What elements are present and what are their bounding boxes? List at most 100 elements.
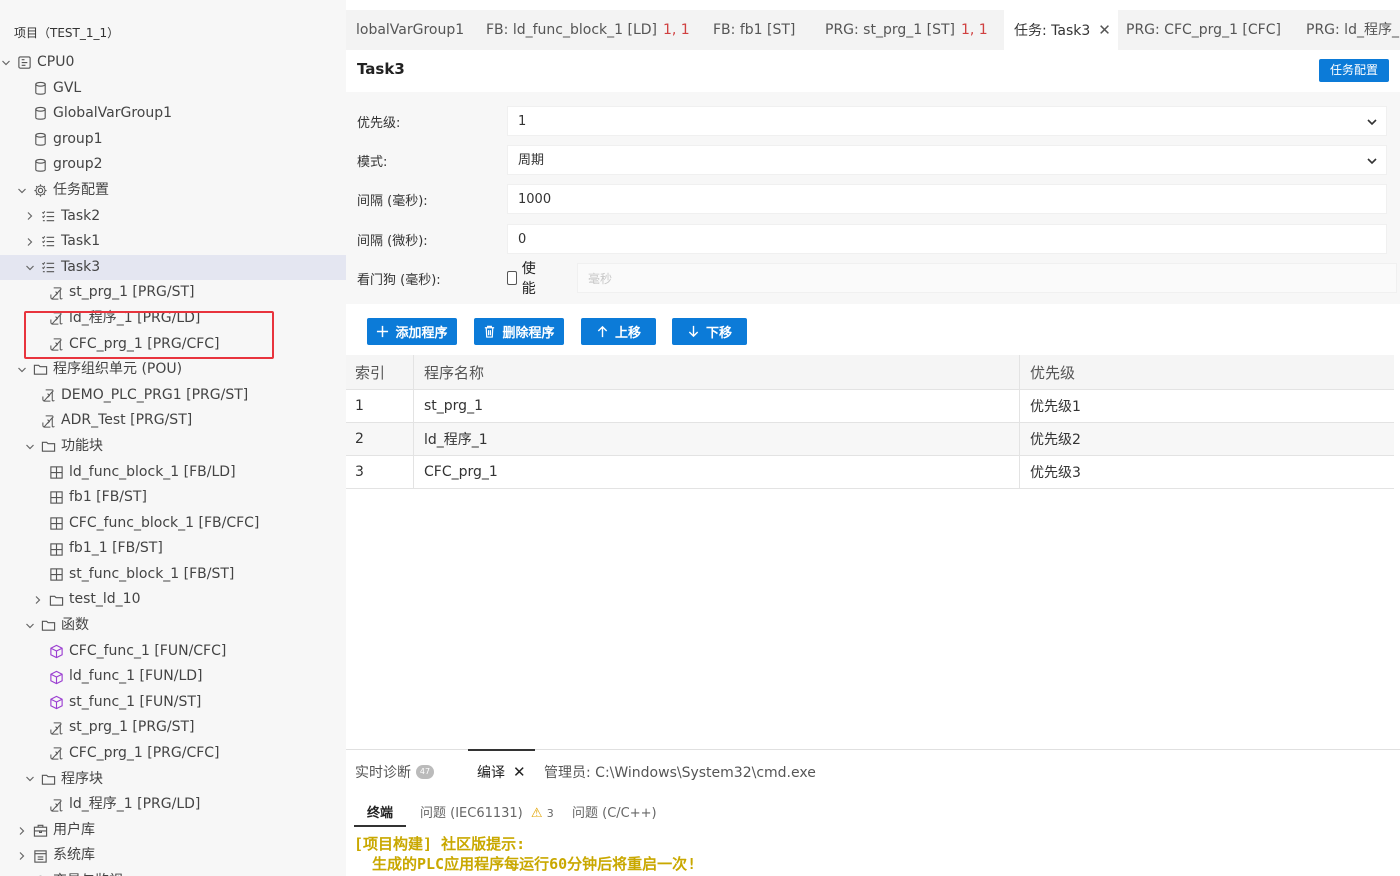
table-row[interactable]: 3 CFC_prg_1 优先级3 [346, 456, 1394, 489]
watchdog-enable[interactable]: 使能 [507, 258, 540, 298]
add-program-button[interactable]: 添加程序 [367, 318, 457, 345]
table-row[interactable]: 2 ld_程序_1 优先级2 [346, 423, 1394, 456]
function-block-icon [48, 490, 64, 506]
tree-item[interactable]: group1 [0, 127, 346, 153]
move-down-button[interactable]: 下移 [672, 318, 747, 345]
tree-item[interactable]: test_ld_10 [0, 587, 346, 613]
table-header: 索引 程序名称 优先级 [346, 355, 1394, 390]
tree-item[interactable]: 程序块 [0, 767, 346, 793]
watchdog-input[interactable]: 毫秒 [577, 263, 1397, 293]
delete-program-button[interactable]: 删除程序 [474, 318, 564, 345]
watchdog-enable-checkbox[interactable] [507, 271, 517, 285]
tree-item[interactable]: 用户库 [0, 818, 346, 844]
tree-item[interactable]: st_prg_1 [PRG/ST] [0, 280, 346, 306]
tree-item[interactable]: GlobalVarGroup1 [0, 101, 346, 127]
tree-item-label: ld_func_block_1 [FB/LD] [69, 463, 236, 480]
terminal-output[interactable]: [项目构建] 社区版提示: 生成的PLC应用程序每运行60分钟后将重启一次! [354, 834, 696, 874]
tab-diagnostics-label: 实时诊断 [355, 765, 411, 781]
tree-item[interactable]: 函数 [0, 613, 346, 639]
tree-item[interactable]: CFC_func_1 [FUN/CFC] [0, 639, 346, 665]
tree-item[interactable]: CFC_prg_1 [PRG/CFC] [0, 741, 346, 767]
column-header: 程序名称 [414, 355, 1020, 389]
mode-row: 模式: 周期 [357, 145, 1387, 175]
tree-item[interactable]: 任务配置 [0, 178, 346, 204]
subtab-cpp-problems[interactable]: 问题 (C/C++) [572, 802, 657, 821]
table-cell: 3 [346, 456, 414, 488]
editor-tab[interactable]: PRG: st_prg_1 [ST] 1, 1 [815, 10, 992, 50]
interval-us-input[interactable]: 0 [507, 224, 1387, 254]
function-block-icon [48, 541, 64, 557]
mode-value: 周期 [518, 153, 545, 168]
tree-item[interactable]: st_func_block_1 [FB/ST] [0, 562, 346, 588]
interval-ms-row: 间隔 (毫秒): 1000 [357, 184, 1387, 214]
chevron-right-icon[interactable] [32, 595, 44, 605]
tree-item[interactable]: st_func_1 [FUN/ST] [0, 690, 346, 716]
editor-tab[interactable]: FB: fb1 [ST] [703, 10, 801, 50]
editor-tab[interactable]: FB: ld_func_block_1 [LD] 1, 1 [476, 10, 690, 50]
library-icon [32, 823, 48, 839]
chevron-down-icon[interactable] [24, 442, 36, 452]
tree-item[interactable]: 系统库 [0, 843, 346, 869]
chevron-right-icon[interactable] [24, 237, 36, 247]
chevron-right-icon[interactable] [16, 851, 28, 861]
chevron-down-icon[interactable] [24, 621, 36, 631]
tree-item[interactable]: CPU0 [0, 50, 346, 76]
mode-select[interactable]: 周期 [507, 145, 1387, 175]
tree-item[interactable]: st_prg_1 [PRG/ST] [0, 715, 346, 741]
tree-item[interactable]: 程序组织单元 (POU) [0, 357, 346, 383]
tree-item[interactable]: ld_func_block_1 [FB/LD] [0, 460, 346, 486]
interval-ms-input[interactable]: 1000 [507, 184, 1387, 214]
tree-item[interactable]: CFC_prg_1 [PRG/CFC] [0, 332, 346, 358]
chevron-down-icon[interactable] [16, 186, 28, 196]
arrow-up-icon [597, 325, 608, 338]
chevron-right-icon[interactable] [16, 826, 28, 836]
iec-problems-label: 问题 (IEC61131) [420, 806, 523, 821]
tree-item[interactable]: GVL [0, 76, 346, 102]
chevron-down-icon[interactable] [24, 774, 36, 784]
chevron-down-icon[interactable] [24, 263, 36, 273]
editor-tab[interactable]: lobalVarGroup1 [346, 10, 464, 50]
tree-item[interactable]: ADR_Test [PRG/ST] [0, 408, 346, 434]
task-config-button[interactable]: 任务配置 [1319, 59, 1389, 82]
editor-tab[interactable]: 任务: Task3 ✕ [1004, 10, 1118, 50]
editor-tab[interactable]: PRG: CFC_prg_1 [CFC] [1116, 10, 1283, 50]
tree-item[interactable]: fb1_1 [FB/ST] [0, 536, 346, 562]
function-icon [48, 669, 64, 685]
chevron-down-icon[interactable] [16, 365, 28, 375]
project-tree: CPU0 GVL GlobalVarGroup1 group1 group2 任务配置 Ta… [0, 50, 346, 876]
warning-icon: ⚠ [530, 806, 543, 821]
close-icon[interactable]: ✕ [513, 763, 526, 781]
tab-compile-label: 编译 [477, 765, 505, 781]
folder-icon [48, 592, 64, 608]
tab-terminal-title[interactable]: 管理员: C:\Windows\System32\cmd.exe [544, 762, 816, 782]
tree-item[interactable]: group2 [0, 152, 346, 178]
subtab-terminal[interactable]: 终端 [367, 802, 393, 821]
chevron-down-icon[interactable] [0, 58, 12, 68]
tree-item[interactable]: Task3 [0, 254, 346, 281]
task-list-icon [40, 260, 56, 276]
tree-item[interactable]: ld_程序_1 [PRG/LD] [0, 792, 346, 818]
tree-item[interactable]: fb1 [FB/ST] [0, 485, 346, 511]
tree-item[interactable]: Task2 [0, 204, 346, 230]
tree-item-label: test_ld_10 [69, 591, 141, 608]
editor-tab[interactable]: PRG: ld_程序_ [1296, 10, 1400, 50]
editor-tab-label: PRG: ld_程序_ [1306, 22, 1399, 38]
trash-icon [485, 325, 495, 338]
table-row[interactable]: 1 st_prg_1 优先级1 [346, 390, 1394, 423]
priority-select[interactable]: 1 [507, 106, 1387, 136]
function-block-icon [48, 515, 64, 531]
tree-item[interactable]: 功能块 [0, 434, 346, 460]
tree-item-label: st_func_1 [FUN/ST] [69, 693, 202, 710]
tree-item[interactable]: Task1 [0, 229, 346, 255]
tree-item[interactable]: ld_程序_1 [PRG/LD] [0, 306, 346, 332]
close-icon[interactable]: ✕ [1098, 10, 1111, 50]
tab-compile[interactable]: 编译 ✕ [477, 762, 526, 782]
subtab-iec-problems[interactable]: 问题 (IEC61131) ⚠ 3 [420, 802, 554, 821]
tree-item[interactable]: DEMO_PLC_PRG1 [PRG/ST] [0, 383, 346, 409]
tree-item[interactable]: ld_func_1 [FUN/LD] [0, 664, 346, 690]
tree-item[interactable]: CFC_func_block_1 [FB/CFC] [0, 511, 346, 537]
tab-diagnostics[interactable]: 实时诊断 47 [355, 762, 434, 782]
move-up-button[interactable]: 上移 [581, 318, 656, 345]
tree-item[interactable]: 变量与监视 [0, 869, 346, 876]
chevron-right-icon[interactable] [24, 211, 36, 221]
